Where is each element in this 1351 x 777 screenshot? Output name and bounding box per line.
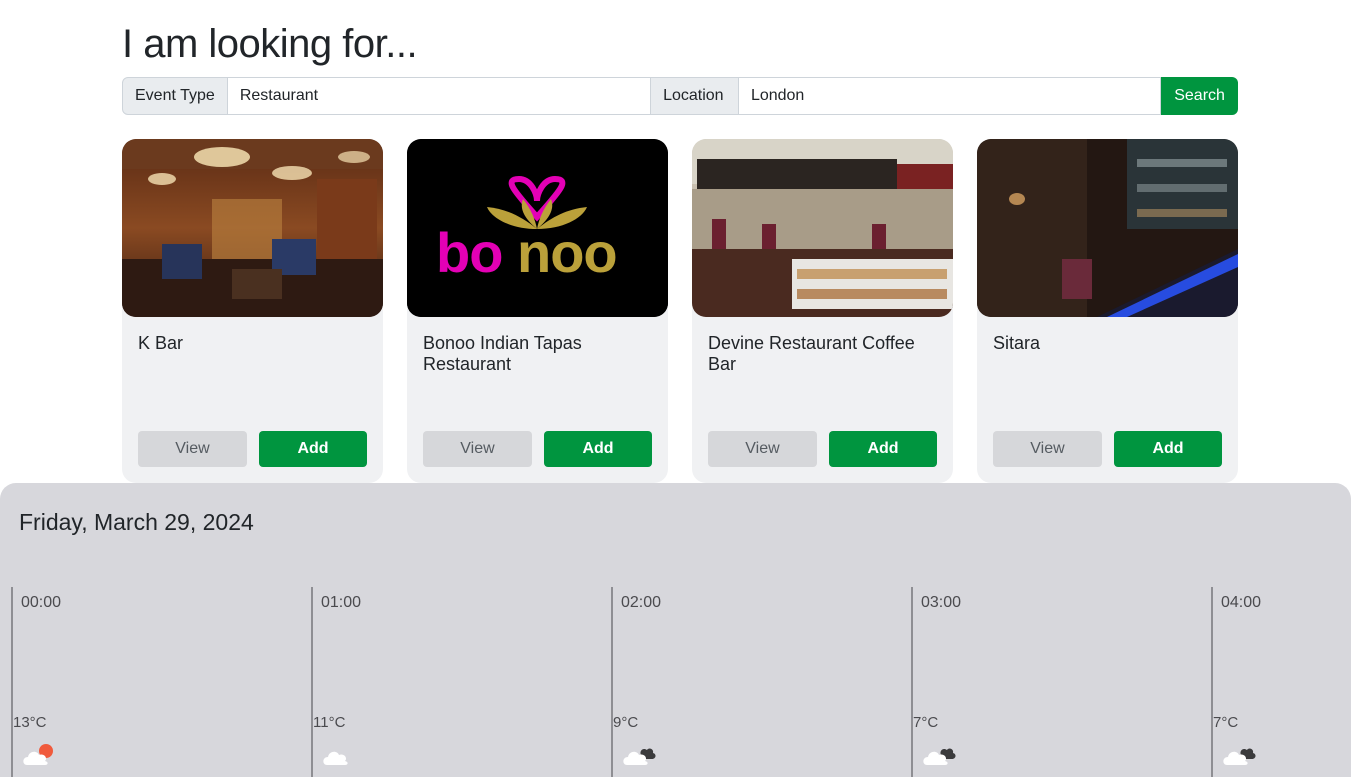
hour-temp: 9°C <box>613 714 639 731</box>
cloud-sun-icon <box>21 741 57 769</box>
view-button[interactable]: View <box>708 431 817 467</box>
result-card: K Bar View Add <box>122 139 383 483</box>
hour-temp: 13°C <box>13 714 47 731</box>
add-button[interactable]: Add <box>259 431 367 467</box>
view-button[interactable]: View <box>993 431 1102 467</box>
card-title: Devine Restaurant Coffee Bar <box>708 333 915 374</box>
card-image <box>692 139 953 317</box>
hour-time: 03:00 <box>921 594 962 611</box>
add-button[interactable]: Add <box>1114 431 1222 467</box>
add-button[interactable]: Add <box>544 431 652 467</box>
result-card: bo noo Bonoo Indian Tapas Restaurant Vie… <box>407 139 668 483</box>
add-button[interactable]: Add <box>829 431 937 467</box>
search-bar: Event Type Location Search <box>122 77 1238 115</box>
result-card: Sitara View Add <box>977 139 1238 483</box>
svg-text:noo: noo <box>517 221 617 284</box>
card-image <box>977 139 1238 317</box>
card-image <box>122 139 383 317</box>
results-list: K Bar View Add bo noo Bonoo Indian Tapas… <box>122 139 1238 483</box>
hour-time: 04:00 <box>1221 594 1262 611</box>
hour-time: 00:00 <box>21 594 62 611</box>
view-button[interactable]: View <box>138 431 247 467</box>
hour-column: 03:00 7°C <box>911 587 1211 777</box>
page-title: I am looking for... <box>122 22 418 66</box>
weather-panel: Friday, March 29, 2024 00:00 13°C 01:00 … <box>0 483 1351 777</box>
hour-column: 02:00 9°C <box>611 587 911 777</box>
hour-temp: 7°C <box>1213 714 1239 731</box>
card-title: K Bar <box>138 333 184 353</box>
hour-column: 00:00 13°C <box>11 587 311 777</box>
card-image: bo noo <box>407 139 668 317</box>
card-title: Sitara <box>993 333 1041 353</box>
cloud-icon <box>321 741 357 769</box>
location-label: Location <box>651 77 739 115</box>
cloud-dark-icon <box>1221 741 1257 769</box>
result-card: Devine Restaurant Coffee Bar View Add <box>692 139 953 483</box>
weather-date: Friday, March 29, 2024 <box>19 509 254 535</box>
cloud-dark-icon <box>621 741 657 769</box>
event-type-input[interactable] <box>227 77 652 115</box>
location-input[interactable] <box>738 77 1162 115</box>
hour-column: 01:00 11°C <box>311 587 611 777</box>
hour-time: 01:00 <box>321 594 362 611</box>
cloud-dark-icon <box>921 741 957 769</box>
svg-text:bo: bo <box>436 221 502 284</box>
event-type-label: Event Type <box>122 77 228 115</box>
hour-temp: 7°C <box>913 714 939 731</box>
search-button[interactable]: Search <box>1161 77 1238 115</box>
hour-time: 02:00 <box>621 594 662 611</box>
hour-temp: 11°C <box>313 714 346 731</box>
hour-column: 04:00 7°C <box>1211 587 1351 777</box>
view-button[interactable]: View <box>423 431 532 467</box>
card-title: Bonoo Indian Tapas Restaurant <box>423 333 582 374</box>
